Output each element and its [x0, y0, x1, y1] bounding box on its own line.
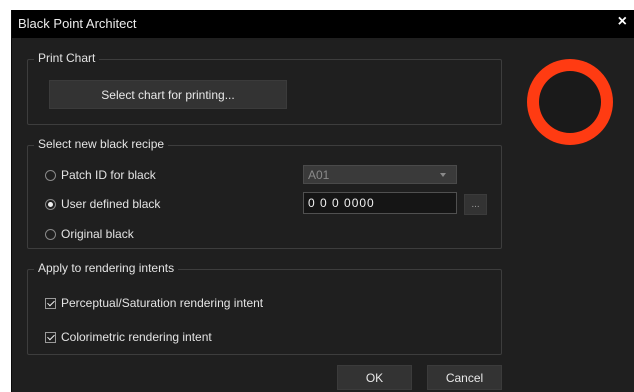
browse-button[interactable]: ... [464, 194, 487, 215]
radio-original[interactable]: Original black [45, 227, 134, 241]
radio-user-defined[interactable]: User defined black [45, 197, 160, 211]
window-title: Black Point Architect [18, 16, 137, 31]
close-icon[interactable]: × [618, 13, 627, 31]
print-chart-legend: Print Chart [34, 51, 100, 65]
user-defined-black-input[interactable] [303, 192, 457, 214]
dialog-window: Black Point Architect × Print Chart Sele… [11, 10, 634, 392]
checkbox-perceptual-indicator[interactable] [45, 297, 56, 309]
chevron-down-icon [440, 173, 446, 177]
black-point-swatch [527, 59, 613, 145]
checkbox-colorimetric-indicator[interactable] [45, 331, 56, 343]
radio-original-label: Original black [61, 227, 134, 241]
checkbox-perceptual-label: Perceptual/Saturation rendering intent [61, 296, 264, 310]
rendering-intents-legend: Apply to rendering intents [34, 261, 179, 275]
checkbox-colorimetric[interactable]: Colorimetric rendering intent [45, 330, 212, 344]
select-chart-button[interactable]: Select chart for printing... [49, 80, 287, 109]
radio-patch-id-label: Patch ID for black [61, 168, 156, 182]
print-chart-group: Print Chart Select chart for printing... [27, 51, 502, 125]
cancel-button[interactable]: Cancel [427, 365, 502, 390]
radio-patch-id[interactable]: Patch ID for black [45, 168, 156, 182]
radio-user-defined-indicator[interactable] [45, 198, 56, 210]
patch-id-select-value: A01 [308, 168, 330, 182]
swatch-inner-black [539, 71, 601, 133]
radio-patch-id-indicator[interactable] [45, 169, 56, 181]
ok-button[interactable]: OK [337, 365, 412, 390]
black-recipe-group: Select new black recipe Patch ID for bla… [27, 137, 502, 249]
checkbox-perceptual[interactable]: Perceptual/Saturation rendering intent [45, 296, 263, 310]
black-recipe-legend: Select new black recipe [34, 137, 169, 151]
radio-user-defined-label: User defined black [61, 197, 161, 211]
title-bar[interactable]: Black Point Architect × [12, 10, 634, 38]
patch-id-select[interactable]: A01 [303, 165, 457, 184]
radio-original-indicator[interactable] [45, 228, 56, 240]
rendering-intents-group: Apply to rendering intents Perceptual/Sa… [27, 261, 502, 355]
checkbox-colorimetric-label: Colorimetric rendering intent [61, 330, 212, 344]
